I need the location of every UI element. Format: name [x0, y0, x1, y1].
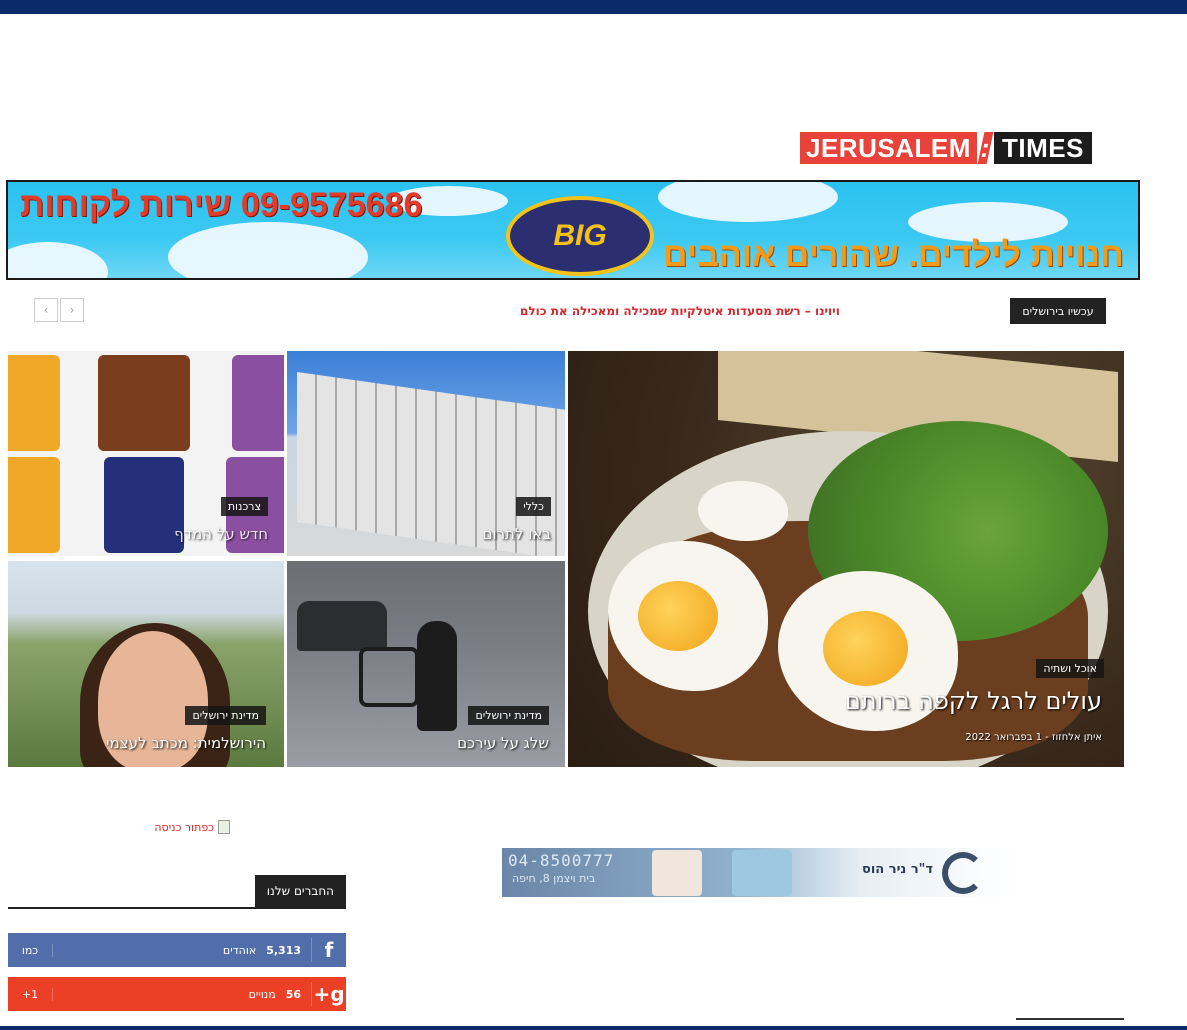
car-image [297, 601, 387, 651]
snack-bag-image [98, 355, 190, 451]
egg-image [698, 481, 788, 541]
article-title[interactable]: חדש על המדף [174, 525, 268, 543]
image-alt-text: כפתור כניסה [154, 820, 214, 834]
snack-bag-image [104, 457, 184, 553]
chevron-left-icon: ‹ [43, 303, 49, 317]
yolk-image [638, 581, 718, 651]
cloud-shape [8, 242, 108, 278]
ticker-next-button[interactable]: › [60, 298, 84, 322]
surgeons-photo [732, 850, 792, 896]
ticker-headline[interactable]: ויוינו – רשת מסעדות איטלקיות שמכילה ומאכ… [520, 298, 1000, 324]
snack-bag-image [8, 355, 60, 451]
facebook-unit: אוהדים [222, 943, 257, 957]
category-badge[interactable]: כללי [516, 497, 551, 516]
person-image [417, 621, 457, 731]
article-tile-snow[interactable]: מדינת ירושלים שלג על עירכם [287, 561, 565, 767]
article-tile-building[interactable]: כללי באו לתרום [287, 351, 565, 556]
featured-article-tile[interactable]: אוכל ושתיה עולים לרגל לקפה ברותם איתן אל… [568, 351, 1124, 767]
googleplus-unit: מנויים [248, 987, 276, 1001]
facebook-count: 5,313 [266, 943, 301, 957]
top-bar [0, 0, 1187, 14]
article-meta: איתן אלחזוז - 1 בפברואר 2022 [965, 732, 1102, 743]
stroller-image [359, 647, 419, 707]
ad-address: בית ויצמן 8, חיפה [512, 872, 596, 885]
logo-part2: TIMES [994, 132, 1092, 164]
banner-slogan: חנויות לילדים. שהורים אוהבים [663, 236, 1124, 274]
chevron-right-icon: › [69, 303, 75, 317]
logo-separator: : [977, 132, 994, 164]
friends-title: החברים שלנו [254, 875, 346, 907]
ad-doctor-name: ד"ר ניר הוס [862, 862, 934, 877]
ticker-prev-button[interactable]: ‹ [34, 298, 58, 322]
article-title[interactable]: עולים לרגל לקפה ברותם [845, 687, 1102, 715]
snack-bag-image [232, 355, 284, 451]
googleplus-follow-button[interactable]: 1+ [8, 987, 53, 1001]
doctor-photo [652, 850, 702, 896]
article-title[interactable]: הירושלמית: מכתב לעצמי [106, 734, 266, 752]
bottom-bar [0, 1026, 1187, 1030]
googleplus-icon: g+ [311, 982, 346, 1006]
friends-section-header: החברים שלנו [8, 875, 346, 909]
cloud-shape [168, 222, 368, 278]
cloud-shape [658, 182, 838, 222]
ad-phone: 04-8500777 [508, 851, 615, 870]
category-badge[interactable]: מדינת ירושלים [185, 706, 266, 725]
facebook-counter[interactable]: f 5,313 אוהדים כמו [8, 933, 346, 967]
entry-button-image[interactable]: כפתור כניסה [130, 818, 230, 836]
article-title[interactable]: באו לתרום [483, 525, 551, 543]
googleplus-counter[interactable]: g+ 56 מנויים 1+ [8, 977, 346, 1011]
banner-ad[interactable]: 09-9575686 שירות לקוחות BIG חנויות לילדי… [6, 180, 1140, 280]
category-badge[interactable]: אוכל ושתיה [1036, 659, 1104, 678]
ticker-label: עכשיו בירושלים [1010, 298, 1106, 324]
facebook-like-button[interactable]: כמו [8, 943, 53, 957]
site-logo[interactable]: JERUSALEM : TIMES [800, 132, 1092, 164]
category-badge[interactable]: צרכנות [220, 497, 268, 516]
yolk-image [823, 611, 908, 686]
article-title[interactable]: שלג על עירכם [457, 734, 549, 752]
category-badge[interactable]: מדינת ירושלים [468, 706, 549, 725]
snack-bag-image [8, 457, 60, 553]
broken-image-icon [218, 820, 230, 834]
facebook-icon: f [311, 938, 346, 962]
big-toys-logo: BIG [506, 196, 654, 276]
doctor-ad-banner[interactable]: 04-8500777 בית ויצמן 8, חיפה ד"ר ניר הוס [502, 848, 1014, 897]
banner-phone-text: 09-9575686 שירות לקוחות [20, 186, 423, 224]
googleplus-count: 56 [285, 987, 301, 1001]
logo-part1: JERUSALEM [800, 132, 977, 164]
divider [1016, 1018, 1124, 1020]
article-tile-portrait[interactable]: מדינת ירושלים הירושלמית: מכתב לעצמי [8, 561, 284, 767]
clinic-logo-icon [942, 852, 984, 894]
article-tile-snacks[interactable]: צרכנות חדש על המדף [8, 351, 284, 556]
